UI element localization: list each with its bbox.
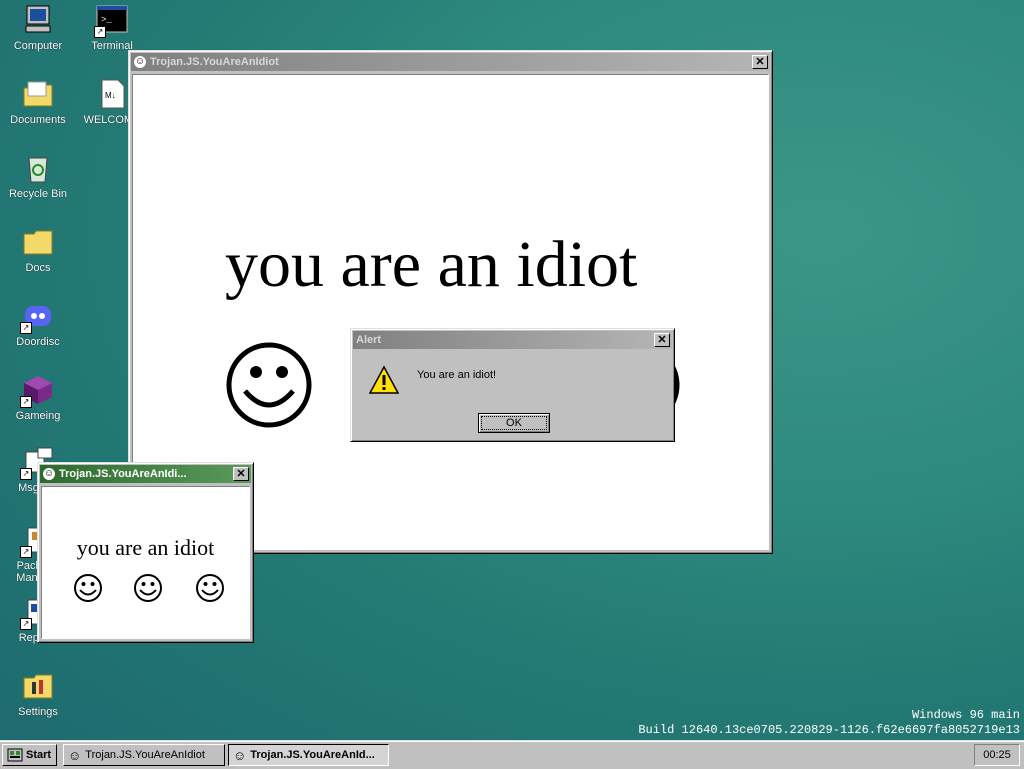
clock[interactable]: 00:25 — [974, 744, 1020, 766]
desktop-icon-docs[interactable]: Docs — [0, 226, 76, 274]
desktop-icon-label: Recycle Bin — [8, 188, 68, 200]
close-button[interactable]: ✕ — [752, 55, 768, 69]
small-idiot-window[interactable]: ☺ Trojan.JS.YouAreAnIdi... ✕ you are an … — [37, 462, 254, 643]
taskbar-button-label: Trojan.JS.YouAreAnId... — [250, 749, 375, 761]
smiley-icon: ☺ — [233, 747, 247, 763]
desktop-icon-label: Doordisc — [16, 336, 60, 348]
folder-icon — [22, 78, 54, 110]
smiley-face-icon — [196, 574, 224, 602]
build-number: Build 12640.13ce0705.220829-1126.f62e669… — [638, 723, 1020, 737]
desktop-icon-settings[interactable]: Settings — [0, 670, 76, 718]
smiley-icon: ☺ — [68, 747, 82, 763]
warning-icon — [368, 365, 400, 394]
svg-text:M↓: M↓ — [105, 91, 116, 100]
smiley-face-icon — [226, 342, 312, 428]
os-version: Windows 96 main — [911, 708, 1020, 722]
alert-title: Alert — [356, 334, 382, 346]
small-window-titlebar[interactable]: ☺ Trojan.JS.YouAreAnIdi... ✕ — [40, 465, 251, 483]
desktop-icon-gameing[interactable]: ↗ Gameing — [0, 374, 76, 422]
window-title: Trojan.JS.YouAreAnIdi... — [59, 468, 187, 480]
recycle-bin-icon — [22, 152, 54, 184]
desktop-icon-label: Gameing — [15, 410, 61, 422]
terminal-icon: >_ ↗ — [94, 4, 128, 38]
window-title: Trojan.JS.YouAreAnIdiot — [150, 56, 279, 68]
settings-folder-icon — [22, 670, 54, 702]
smiley-icon: ☺ — [43, 468, 55, 480]
start-logo-icon — [7, 748, 23, 762]
desktop-icon-label: Settings — [18, 706, 58, 718]
taskbar-button-label: Trojan.JS.YouAreAnIdiot — [85, 749, 205, 761]
svg-text:>_: >_ — [101, 15, 112, 25]
desktop-icon-doordisc[interactable]: ↗ Doordisc — [0, 300, 76, 348]
taskbar-button-main-window[interactable]: ☺ Trojan.JS.YouAreAnIdiot — [63, 744, 225, 766]
start-button[interactable]: Start — [2, 744, 57, 766]
taskbar: Start ☺ Trojan.JS.YouAreAnIdiot ☺ Trojan… — [0, 740, 1024, 769]
taskbar-button-small-window[interactable]: ☺ Trojan.JS.YouAreAnId... — [228, 744, 389, 766]
smiley-icon: ☺ — [134, 56, 146, 68]
desktop-icon-terminal[interactable]: >_ ↗ Terminal — [74, 4, 150, 52]
alert-dialog[interactable]: Alert ✕ You are an idiot! OK — [350, 328, 675, 442]
cube-icon: ↗ — [20, 374, 54, 408]
idiot-message: you are an idiot — [76, 535, 215, 560]
computer-icon — [22, 4, 54, 36]
desktop-icon-recycle-bin[interactable]: Recycle Bin — [0, 152, 76, 200]
discord-icon: ↗ — [20, 300, 54, 334]
idiot-message: you are an idiot — [225, 228, 638, 301]
markdown-file-icon: M↓ — [96, 78, 128, 110]
alert-titlebar[interactable]: Alert ✕ — [353, 331, 672, 349]
alert-message: You are an idiot! — [417, 369, 497, 381]
desktop-icon-label: Documents — [10, 114, 66, 126]
desktop-icon-computer[interactable]: Computer — [0, 4, 76, 52]
smiley-face-icon — [74, 574, 102, 602]
close-button[interactable]: ✕ — [233, 467, 249, 481]
smiley-face-icon — [134, 574, 162, 602]
ok-button[interactable]: OK — [478, 413, 550, 433]
desktop-icon-label: Docs — [25, 262, 51, 274]
folder-icon — [22, 226, 54, 258]
start-label: Start — [26, 749, 52, 761]
build-info: Windows 96 main Build 12640.13ce0705.220… — [638, 708, 1020, 738]
close-button[interactable]: ✕ — [654, 333, 670, 347]
desktop-icon-documents[interactable]: Documents — [0, 78, 76, 126]
main-window-titlebar[interactable]: ☺ Trojan.JS.YouAreAnIdiot ✕ — [131, 53, 770, 71]
desktop-icon-label: Computer — [13, 40, 63, 52]
small-window-content: you are an idiot — [41, 486, 250, 639]
